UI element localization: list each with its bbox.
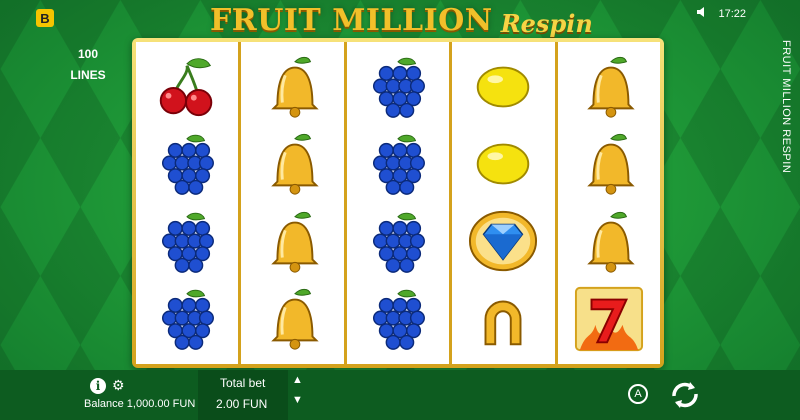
clock-time: 17:22 xyxy=(718,7,746,20)
bell-icon xyxy=(571,129,647,199)
lemon-icon xyxy=(465,129,541,199)
footer-icons: i ⚙ xyxy=(90,377,125,394)
reels-grid xyxy=(136,42,661,364)
gear-icon[interactable]: ⚙ xyxy=(112,377,125,394)
diamond-icon xyxy=(465,207,541,277)
reel-1 xyxy=(136,42,239,364)
spin-icon xyxy=(672,382,698,408)
grape-icon xyxy=(360,129,436,199)
total-bet-value: 2.00 FUN xyxy=(216,397,268,411)
cherry-icon xyxy=(149,52,225,122)
lines-indicator: 100 LINES xyxy=(60,44,116,86)
grape-icon xyxy=(149,207,225,277)
balance-text: Balance 1,000.00 FUN xyxy=(84,398,196,410)
seven-icon xyxy=(571,284,647,354)
bell-icon xyxy=(255,52,331,122)
game-title: FRUIT MILLION Respin xyxy=(210,2,600,38)
total-bet-label: Total bet xyxy=(220,376,266,390)
grape-icon xyxy=(149,284,225,354)
bell-icon xyxy=(255,129,331,199)
bell-icon xyxy=(571,207,647,277)
spin-button[interactable] xyxy=(666,376,704,414)
brand-logo[interactable]: B xyxy=(36,9,54,27)
bet-arrows: ▲ ▼ xyxy=(292,374,303,406)
grape-icon xyxy=(360,284,436,354)
status-bar: 17:22 xyxy=(696,6,746,21)
bet-down-icon[interactable]: ▼ xyxy=(292,394,303,406)
grape-icon xyxy=(149,129,225,199)
horseshoe-icon xyxy=(465,284,541,354)
speaker-icon[interactable] xyxy=(696,6,708,21)
side-game-name: FRUIT MILLION RESPIN xyxy=(780,40,792,174)
lemon-icon xyxy=(465,52,541,122)
grape-icon xyxy=(360,52,436,122)
total-bet-box: Total bet 2.00 FUN xyxy=(198,370,288,420)
info-icon[interactable]: i xyxy=(90,377,106,394)
lines-count: 100 xyxy=(77,47,99,61)
reel-frame xyxy=(132,38,664,368)
footer-bar: i ⚙ Balance 1,000.00 FUN Total bet 2.00 … xyxy=(0,370,800,420)
lines-label: LINES xyxy=(70,68,106,82)
reel-2 xyxy=(241,42,344,364)
grape-icon xyxy=(360,207,436,277)
reel-3 xyxy=(346,42,450,364)
reel-5 xyxy=(557,42,661,364)
title-sub: Respin xyxy=(500,9,593,38)
bell-icon xyxy=(571,52,647,122)
autoplay-button[interactable]: A xyxy=(628,384,648,404)
bell-icon xyxy=(255,207,331,277)
title-main: FRUIT MILLION xyxy=(210,3,493,38)
bell-icon xyxy=(255,284,331,354)
bet-up-icon[interactable]: ▲ xyxy=(292,374,303,386)
reel-4 xyxy=(452,42,555,364)
